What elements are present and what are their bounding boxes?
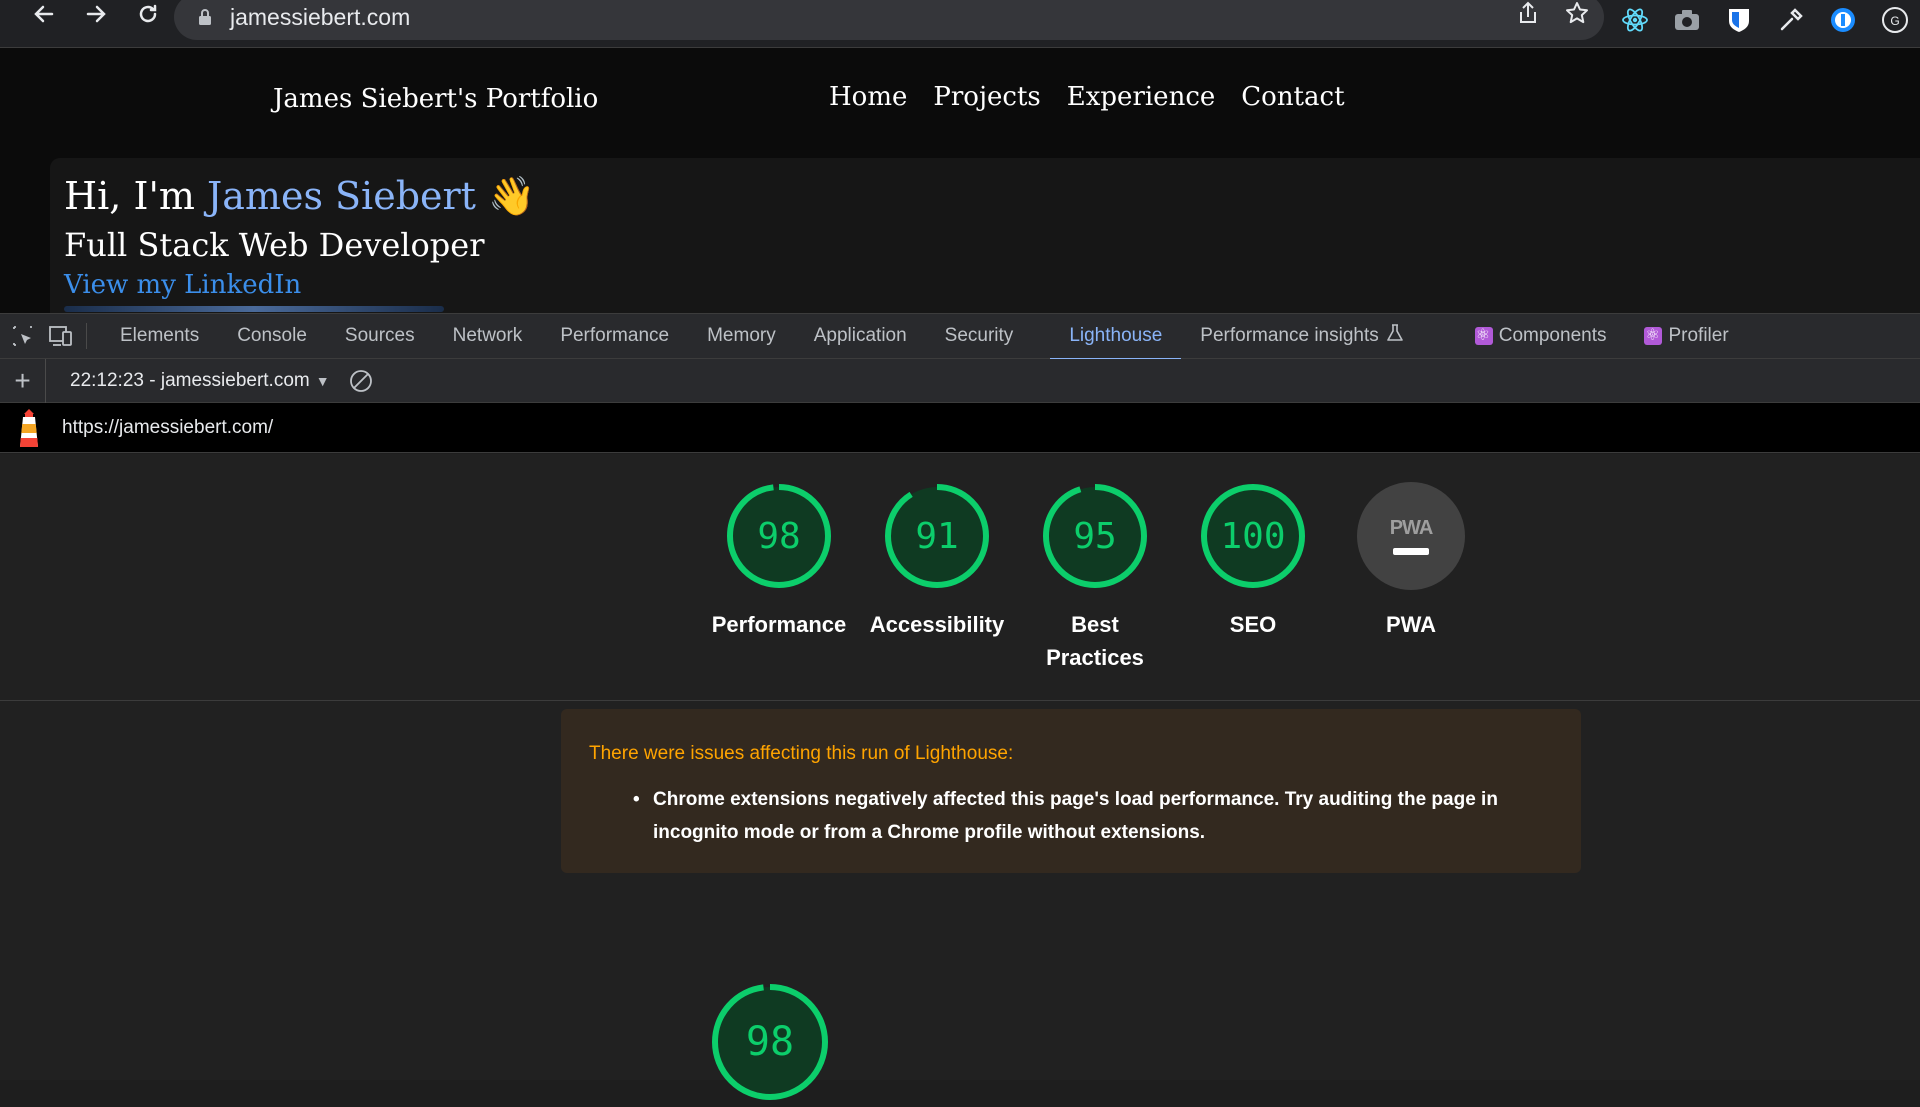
greeting-name: James Siebert — [207, 174, 476, 218]
report-selector[interactable]: 22:12:23 - jamessiebert.com — [70, 370, 310, 392]
warning-item-text: Chrome extensions negatively affected th… — [653, 789, 1498, 843]
site-nav-home[interactable]: Home — [829, 82, 907, 112]
greeting-prefix: Hi, I'm — [64, 174, 208, 218]
warning-title: There were issues affecting this run of … — [589, 743, 1014, 764]
wave-emoji: 👋 — [488, 174, 536, 218]
tab-lighthouse[interactable]: Lighthouse — [1050, 313, 1182, 360]
gauge-accessibility[interactable]: 91 Accessibility — [858, 482, 1016, 674]
reload-icon — [139, 4, 157, 23]
gauge-label: SEO — [1229, 612, 1277, 637]
pwa-badge: PWA — [1357, 482, 1465, 590]
camera-extension-icon[interactable] — [1672, 5, 1702, 35]
pwa-badge-text: PWA — [1389, 517, 1434, 539]
reload-button[interactable] — [128, 0, 168, 34]
bookmark-star-icon[interactable] — [1564, 0, 1590, 31]
dropdown-caret-icon[interactable]: ▼ — [316, 373, 330, 389]
tab-components-label: Components — [1498, 325, 1607, 346]
site-brand[interactable]: James Siebert's Portfolio — [273, 84, 598, 114]
gauge-score: 91 — [915, 515, 959, 557]
report-url-bar: https://jamessiebert.com/ — [0, 403, 1920, 453]
address-bar[interactable]: jamessiebert.com — [174, 0, 1604, 40]
pwa-dash-icon — [1393, 548, 1429, 555]
hero-underline — [64, 306, 444, 312]
gauge-label: Accessibility — [869, 612, 1005, 637]
clear-reports-icon[interactable] — [348, 368, 374, 394]
tab-elements[interactable]: Elements — [101, 313, 218, 359]
tab-performance-insights[interactable]: Performance insights — [1181, 313, 1421, 359]
gauge-score: 95 — [1073, 515, 1117, 557]
gauge-best-practices[interactable]: 95 Best Practices — [1016, 482, 1174, 674]
site-nav-contact[interactable]: Contact — [1241, 82, 1344, 112]
tab-profiler-label: Profiler — [1668, 325, 1729, 346]
tab-performance-insights-label: Performance insights — [1200, 325, 1379, 346]
tab-network[interactable]: Network — [434, 313, 542, 359]
gauge-ring: 91 — [883, 482, 991, 590]
back-button[interactable] — [24, 0, 64, 34]
linkedin-link[interactable]: View my LinkedIn — [64, 270, 301, 300]
arrow-right-icon — [86, 5, 106, 23]
lock-icon — [194, 6, 216, 28]
browser-toolbar: jamessiebert.com G — [0, 0, 1920, 48]
gauge-score: 98 — [757, 515, 801, 557]
site-nav-experience[interactable]: Experience — [1067, 82, 1216, 112]
profile-avatar-icon[interactable]: G — [1880, 5, 1910, 35]
arrow-left-icon — [34, 5, 54, 23]
share-icon[interactable] — [1516, 0, 1540, 31]
lighthouse-toolbar: + 22:12:23 - jamessiebert.com ▼ — [0, 358, 1920, 403]
tab-console[interactable]: Console — [218, 313, 326, 359]
flask-icon — [1386, 324, 1403, 348]
devtools-tab-bar: Elements Console Sources Network Perform… — [0, 313, 1920, 360]
new-report-button[interactable]: + — [0, 358, 46, 403]
report-url[interactable]: https://jamessiebert.com/ — [62, 417, 273, 439]
gauge-ring: 100 — [1199, 482, 1307, 590]
run-warning-box: There were issues affecting this run of … — [561, 709, 1581, 873]
site-nav: Home Projects Experience Contact — [829, 82, 1345, 112]
gauge-score: 98 — [745, 1019, 795, 1065]
eyedropper-extension-icon[interactable] — [1776, 5, 1806, 35]
tab-performance[interactable]: Performance — [541, 313, 688, 359]
gauge-label: Best Practices — [1046, 612, 1144, 670]
warning-list: • Chrome extensions negatively affected … — [633, 783, 1553, 849]
address-url: jamessiebert.com — [230, 3, 411, 30]
tab-security[interactable]: Security — [926, 313, 1033, 359]
performance-section-gauge[interactable]: 98 — [710, 982, 830, 1102]
lighthouse-report: 98 Performance 91 Accessibility 95 Best … — [0, 454, 1920, 1100]
page-viewport: James Siebert's Portfolio Home Projects … — [0, 48, 1920, 318]
hero-section: Hi, I'm James Siebert 👋 Full Stack Web D… — [50, 158, 1920, 318]
bullet-icon: • — [633, 789, 640, 810]
toolbar-divider — [86, 323, 87, 349]
gauge-pwa[interactable]: PWA PWA — [1332, 482, 1490, 674]
react-devtools-extension-icon[interactable] — [1620, 5, 1650, 35]
hero-subtitle: Full Stack Web Developer — [64, 226, 485, 264]
lighthouse-logo-icon — [20, 408, 38, 447]
section-divider — [0, 700, 1920, 701]
gauge-performance[interactable]: 98 Performance — [700, 482, 858, 674]
gauge-seo[interactable]: 100 SEO — [1174, 482, 1332, 674]
score-gauges: 98 Performance 91 Accessibility 95 Best … — [700, 482, 1490, 674]
site-nav-projects[interactable]: Projects — [933, 82, 1040, 112]
gauge-score: 100 — [1220, 515, 1286, 557]
forward-button[interactable] — [76, 0, 116, 34]
tab-components[interactable]: Components — [1456, 313, 1626, 359]
gauge-label: PWA — [1385, 612, 1437, 637]
inspect-element-icon[interactable] — [8, 321, 38, 351]
react-component-icon — [1474, 325, 1493, 345]
tab-profiler[interactable]: Profiler — [1625, 313, 1747, 359]
shield-extension-icon[interactable] — [1724, 5, 1754, 35]
device-toolbar-icon[interactable] — [46, 321, 76, 351]
password-manager-extension-icon[interactable] — [1828, 5, 1858, 35]
svg-text:G: G — [1890, 14, 1899, 28]
tab-memory[interactable]: Memory — [688, 313, 795, 359]
gauge-ring: 95 — [1041, 482, 1149, 590]
gauge-label: Performance — [711, 612, 847, 637]
tab-sources[interactable]: Sources — [326, 313, 434, 359]
gauge-ring: 98 — [725, 482, 833, 590]
hero-greeting: Hi, I'm James Siebert 👋 — [64, 174, 535, 219]
react-profiler-icon — [1644, 325, 1663, 345]
tab-application[interactable]: Application — [795, 313, 926, 359]
warning-item: • Chrome extensions negatively affected … — [633, 783, 1553, 849]
